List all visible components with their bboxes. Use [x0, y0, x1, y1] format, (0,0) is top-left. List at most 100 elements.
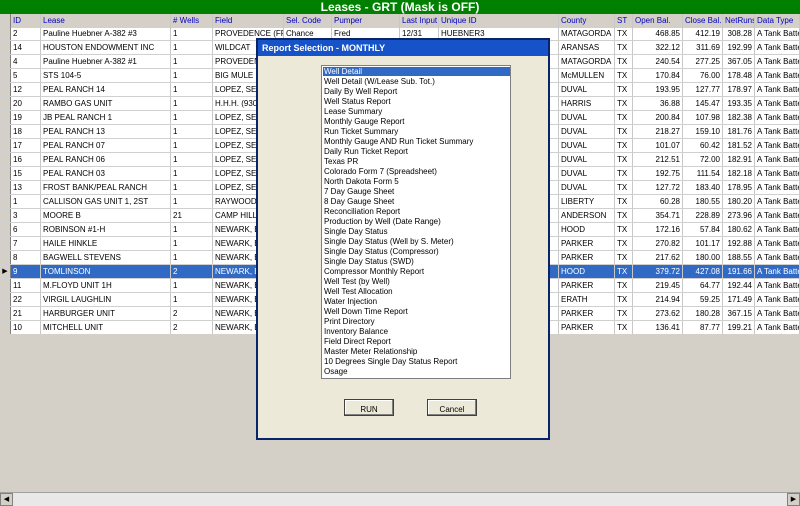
report-list-item[interactable]: Lease Summary [323, 107, 510, 116]
table-cell[interactable]: 192.44 [723, 279, 755, 292]
table-cell[interactable]: HOOD [559, 223, 615, 236]
table-cell[interactable]: M.FLOYD UNIT 1H [41, 279, 171, 292]
table-cell[interactable]: 191.66 [723, 265, 755, 278]
table-cell[interactable]: 182.18 [723, 167, 755, 180]
table-cell[interactable]: 192.75 [633, 167, 683, 180]
report-list-item[interactable]: Well Detail [323, 67, 510, 76]
table-cell[interactable]: 468.85 [633, 27, 683, 40]
table-cell[interactable]: 36.88 [633, 97, 683, 110]
table-cell[interactable]: A Tank Batte [755, 41, 800, 54]
column-header[interactable]: Unique ID [439, 14, 559, 27]
table-cell[interactable]: TX [615, 97, 633, 110]
report-listbox[interactable]: Well Detail Well Detail (W/Lease Sub. Tot… [321, 65, 511, 379]
report-list-item[interactable]: Inventory Balance [323, 327, 510, 336]
table-cell[interactable]: 308.28 [723, 27, 755, 40]
table-cell[interactable]: 14 [11, 41, 41, 54]
table-cell[interactable]: 178.95 [723, 181, 755, 194]
table-cell[interactable]: 6 [11, 223, 41, 236]
table-cell[interactable]: TX [615, 321, 633, 334]
table-cell[interactable]: A Tank Batte [755, 55, 800, 68]
table-cell[interactable]: TX [615, 279, 633, 292]
column-header[interactable]: ST [615, 14, 633, 27]
table-cell[interactable]: 178.97 [723, 83, 755, 96]
table-cell[interactable]: 311.69 [683, 41, 723, 54]
table-cell[interactable]: 1 [171, 279, 213, 292]
table-cell[interactable]: Pauline Huebner A-382 #3 [41, 27, 171, 40]
table-cell[interactable]: JB PEAL RANCH 1 [41, 111, 171, 124]
table-cell[interactable]: MATAGORDA [559, 27, 615, 40]
table-cell[interactable]: HOOD [559, 265, 615, 278]
table-cell[interactable]: FROST BANK/PEAL RANCH [41, 181, 171, 194]
table-cell[interactable]: TX [615, 139, 633, 152]
table-cell[interactable]: 8 [11, 251, 41, 264]
report-list-item[interactable]: Daily By Well Report [323, 87, 510, 96]
report-list-item[interactable]: Master Meter Relationship [323, 347, 510, 356]
table-cell[interactable]: McMULLEN [559, 69, 615, 82]
column-header[interactable]: County [559, 14, 615, 27]
table-cell[interactable]: 11 [11, 279, 41, 292]
table-cell[interactable]: 5 [11, 69, 41, 82]
arrow-right-icon[interactable]: ▶ [787, 493, 800, 506]
table-cell[interactable]: 1 [171, 293, 213, 306]
table-cell[interactable]: A Tank Batte [755, 279, 800, 292]
table-cell[interactable]: A Tank Batte [755, 69, 800, 82]
horizontal-scrollbar[interactable]: ◀ ▶ [0, 492, 800, 506]
column-header[interactable]: Data Type [755, 14, 800, 27]
report-list-item[interactable]: Single Day Status (Well by S. Meter) [323, 237, 510, 246]
report-list-item[interactable]: Run Ticket Summary [323, 127, 510, 136]
table-cell[interactable]: DUVAL [559, 139, 615, 152]
table-cell[interactable]: DUVAL [559, 181, 615, 194]
report-list-item[interactable]: Print Directory [323, 317, 510, 326]
table-cell[interactable]: A Tank Batte [755, 125, 800, 138]
table-cell[interactable]: DUVAL [559, 167, 615, 180]
table-cell[interactable]: 273.62 [633, 307, 683, 320]
table-cell[interactable]: A Tank Batte [755, 265, 800, 278]
table-cell[interactable]: PARKER [559, 251, 615, 264]
column-header[interactable]: Sel. Code [284, 14, 332, 27]
table-cell[interactable]: 180.62 [723, 223, 755, 236]
table-cell[interactable]: 193.95 [633, 83, 683, 96]
table-cell[interactable]: 427.08 [683, 265, 723, 278]
table-cell[interactable]: 214.94 [633, 293, 683, 306]
report-list-item[interactable]: Well Test Allocation [323, 287, 510, 296]
report-list-item[interactable]: Water Injection [323, 297, 510, 306]
table-cell[interactable]: 9 [11, 265, 41, 278]
table-cell[interactable]: TX [615, 307, 633, 320]
table-cell[interactable]: PARKER [559, 279, 615, 292]
table-cell[interactable]: TX [615, 167, 633, 180]
report-list-item[interactable]: 8 Day Gauge Sheet [323, 197, 510, 206]
table-cell[interactable]: A Tank Batte [755, 27, 800, 40]
table-cell[interactable]: A Tank Batte [755, 167, 800, 180]
table-cell[interactable]: 87.77 [683, 321, 723, 334]
table-cell[interactable]: 171.49 [723, 293, 755, 306]
table-cell[interactable]: 178.48 [723, 69, 755, 82]
column-header[interactable]: ID [11, 14, 41, 27]
table-cell[interactable]: ROBINSON #1-H [41, 223, 171, 236]
table-cell[interactable]: 217.62 [633, 251, 683, 264]
table-cell[interactable]: 367.05 [723, 55, 755, 68]
table-cell[interactable]: 60.42 [683, 139, 723, 152]
table-cell[interactable]: 59.25 [683, 293, 723, 306]
table-cell[interactable]: 21 [11, 307, 41, 320]
table-cell[interactable]: PEAL RANCH 06 [41, 153, 171, 166]
table-cell[interactable]: TX [615, 125, 633, 138]
table-cell[interactable]: 273.96 [723, 209, 755, 222]
table-cell[interactable]: A Tank Batte [755, 321, 800, 334]
column-header[interactable]: Open Bal. [633, 14, 683, 27]
table-cell[interactable]: A Tank Batte [755, 181, 800, 194]
table-cell[interactable]: 219.45 [633, 279, 683, 292]
table-cell[interactable]: 192.99 [723, 41, 755, 54]
table-cell[interactable]: 270.82 [633, 237, 683, 250]
table-cell[interactable]: ANDERSON [559, 209, 615, 222]
table-cell[interactable]: 192.88 [723, 237, 755, 250]
table-cell[interactable]: 1 [11, 195, 41, 208]
table-cell[interactable]: 72.00 [683, 153, 723, 166]
table-cell[interactable]: A Tank Batte [755, 111, 800, 124]
report-list-item[interactable]: Osage [323, 367, 510, 376]
table-cell[interactable]: TX [615, 265, 633, 278]
table-cell[interactable]: 1 [171, 41, 213, 54]
table-cell[interactable]: 1 [171, 181, 213, 194]
table-cell[interactable]: 379.72 [633, 265, 683, 278]
table-cell[interactable]: 136.41 [633, 321, 683, 334]
table-cell[interactable]: 1 [171, 27, 213, 40]
